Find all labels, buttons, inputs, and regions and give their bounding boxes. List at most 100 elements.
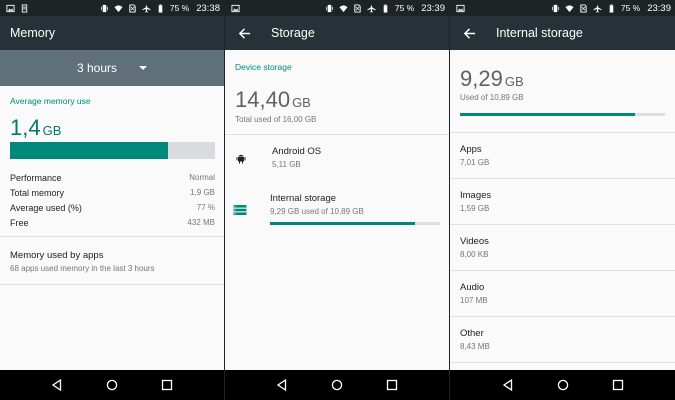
home-nav-icon[interactable] — [104, 377, 120, 393]
stat-row: Performance Normal — [10, 170, 215, 185]
list-item-title: Internal storage — [270, 193, 337, 204]
page-title: Internal storage — [496, 26, 583, 40]
home-nav-icon[interactable] — [329, 377, 345, 393]
internal-storage-progress-fill — [270, 222, 415, 225]
list-item-subtitle: 107 MB — [460, 296, 488, 305]
no-sim-icon — [128, 3, 137, 13]
airplane-icon — [593, 3, 602, 13]
home-nav-icon[interactable] — [555, 377, 571, 393]
sd-card-notification-icon — [20, 3, 29, 13]
memory-stats: Performance Normal Total memory 1,9 GB Ave… — [10, 170, 215, 230]
list-item-title: Apps — [460, 144, 482, 155]
page-title: Storage — [271, 26, 315, 40]
list-item-title: Android OS — [272, 146, 322, 157]
stat-label: Performance — [10, 172, 62, 183]
storage-screen: 75 % 23:39 Storage Device storage 14,40 G… — [225, 0, 450, 400]
stat-value: 432 MB — [187, 218, 215, 227]
storage-total-text: Total used of 16,00 GB — [235, 115, 317, 124]
recents-nav-icon[interactable] — [610, 377, 626, 393]
battery-percent: 75 % — [169, 3, 190, 13]
stat-row: Free 432 MB — [10, 215, 215, 230]
gallery-notification-icon — [231, 4, 240, 13]
divider — [0, 284, 224, 285]
stat-value: 77 % — [196, 203, 215, 212]
airplane-icon — [142, 3, 151, 13]
status-bar: 75 % 23:38 — [0, 0, 224, 16]
battery-percent: 75 % — [620, 3, 641, 13]
internal-storage-item[interactable]: Internal storage 9,29 GB used of 10,89 G… — [225, 186, 449, 228]
list-item-subtitle: 7,01 GB — [460, 158, 490, 167]
stat-row: Average used (%) 77 % — [10, 200, 215, 215]
clock: 23:39 — [647, 2, 671, 14]
list-item-videos[interactable]: Videos 8,00 KB — [450, 225, 675, 271]
list-item-title: Videos — [460, 236, 489, 247]
back-nav-icon[interactable] — [274, 377, 290, 393]
battery-percent: 75 % — [394, 3, 415, 13]
vibrate-icon — [551, 4, 560, 13]
back-nav-icon[interactable] — [500, 377, 516, 393]
recents-nav-icon[interactable] — [384, 377, 400, 393]
list-item-subtitle: 8,00 KB — [460, 250, 489, 259]
internal-usage-progress-fill — [460, 113, 635, 116]
list-item-title: Images — [460, 190, 492, 201]
divider — [225, 134, 449, 135]
wifi-icon — [114, 4, 123, 13]
storage-used-unit: GB — [292, 95, 311, 110]
gallery-notification-icon — [456, 4, 465, 13]
list-item-audio[interactable]: Audio 107 MB — [450, 271, 675, 317]
storage-icon — [233, 203, 247, 215]
back-arrow-icon[interactable] — [452, 16, 486, 50]
no-sim-icon — [579, 3, 588, 13]
list-item-images[interactable]: Images 1,59 GB — [450, 179, 675, 225]
memory-usage-bar — [10, 142, 215, 159]
battery-icon — [607, 3, 616, 13]
internal-storage-screen: 75 % 23:39 Internal storage 9,29 GB Used … — [450, 0, 675, 400]
internal-used-number: 9,29 — [460, 66, 503, 91]
android-icon — [235, 151, 247, 164]
clock: 23:38 — [196, 2, 220, 14]
list-item-title: Audio — [460, 282, 485, 293]
internal-storage-progress — [270, 222, 440, 225]
internal-used-unit: GB — [504, 74, 524, 89]
status-bar: 75 % 23:39 — [450, 0, 675, 16]
storage-category-list: Apps 7,01 GB Images 1,59 GB Videos 8,00 … — [450, 133, 675, 363]
no-sim-icon — [353, 3, 362, 13]
wifi-icon — [565, 4, 574, 13]
stat-label: Average used (%) — [10, 202, 82, 213]
average-memory-number: 1,4 — [10, 115, 41, 140]
time-range-value: 3 hours — [76, 61, 118, 75]
app-bar: Storage — [225, 16, 449, 50]
navigation-bar — [225, 370, 449, 400]
navigation-bar — [0, 370, 224, 400]
recents-nav-icon[interactable] — [159, 377, 175, 393]
vibrate-icon — [100, 4, 109, 13]
battery-icon — [381, 3, 390, 13]
airplane-icon — [367, 3, 376, 13]
vibrate-icon — [325, 4, 334, 13]
list-item-apps[interactable]: Apps 7,01 GB — [450, 133, 675, 179]
list-item-title: Memory used by apps — [10, 250, 104, 261]
device-storage-label: Device storage — [235, 62, 292, 72]
battery-icon — [156, 3, 165, 13]
list-item-subtitle: 8,43 MB — [460, 342, 490, 351]
divider — [0, 236, 224, 237]
list-item-title: Other — [460, 328, 484, 339]
back-nav-icon[interactable] — [49, 377, 65, 393]
memory-used-by-apps-item[interactable]: Memory used by apps 68 apps used memory … — [0, 244, 224, 282]
stat-value: 1,9 GB — [190, 188, 215, 197]
stat-value: Normal — [189, 173, 215, 182]
page-title: Memory — [10, 26, 56, 40]
list-item-subtitle: 1,59 GB — [460, 204, 490, 213]
clock: 23:39 — [421, 2, 445, 14]
app-bar: Memory — [0, 16, 224, 50]
status-bar: 75 % 23:39 — [225, 0, 449, 16]
list-item-other[interactable]: Other 8,43 MB — [450, 317, 675, 363]
back-arrow-icon[interactable] — [227, 16, 261, 50]
android-os-item[interactable]: Android OS 5,11 GB — [225, 140, 449, 182]
stat-row: Total memory 1,9 GB — [10, 185, 215, 200]
stat-label: Total memory — [10, 187, 65, 198]
internal-used-value: 9,29 GB — [460, 66, 524, 92]
internal-usage-progress — [460, 113, 665, 116]
time-range-dropdown[interactable]: 3 hours — [0, 50, 224, 86]
average-memory-label: Average memory use — [10, 96, 91, 106]
